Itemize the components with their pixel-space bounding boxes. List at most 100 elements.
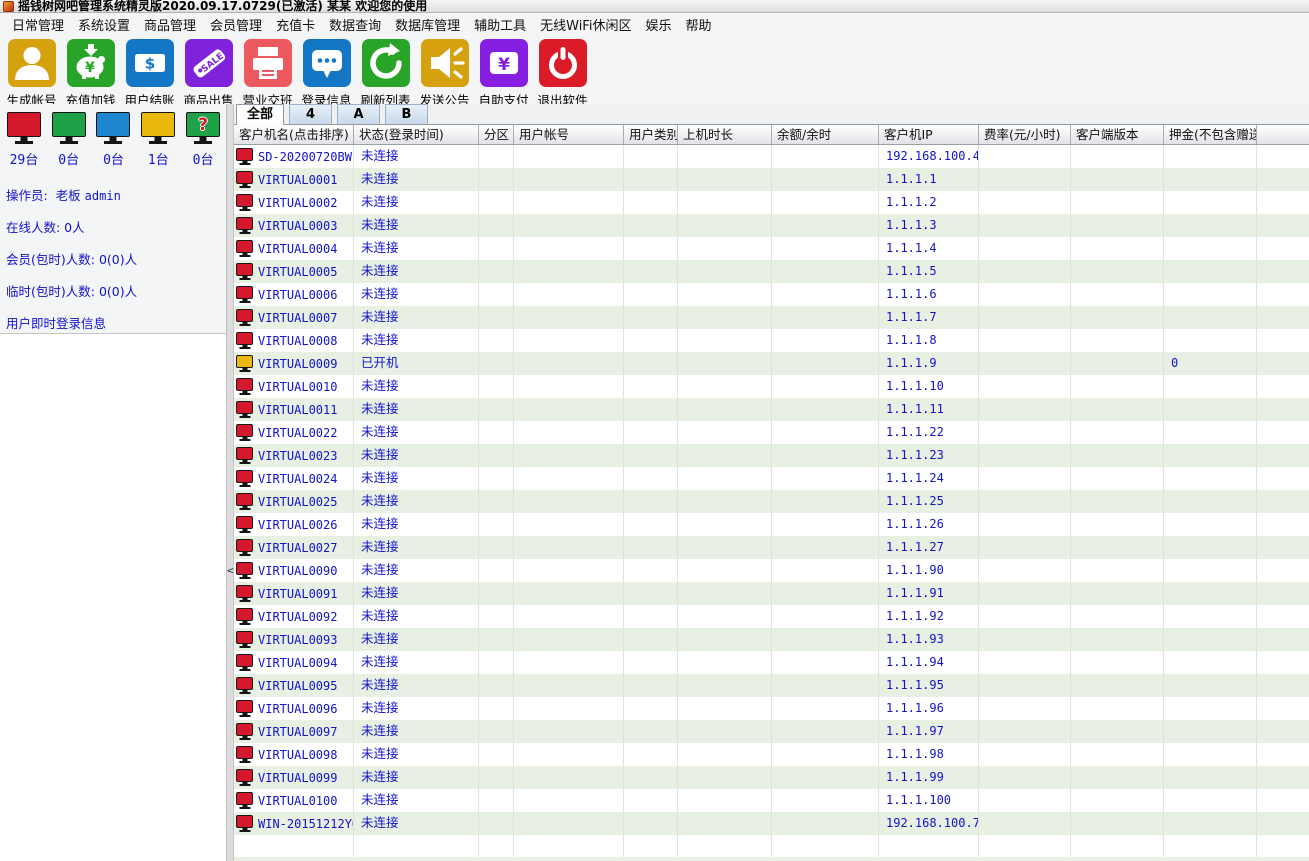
machine-status-icon xyxy=(236,470,253,483)
column-header[interactable]: 状态(登录时间) xyxy=(354,125,479,144)
table-row[interactable]: VIRTUAL0002 未连接 1.1.1.2 xyxy=(234,191,1309,214)
table-row[interactable]: VIRTUAL0022 未连接 1.1.1.22 xyxy=(234,421,1309,444)
cell-duration xyxy=(678,260,772,283)
table-row[interactable]: VIRTUAL0003 未连接 1.1.1.3 xyxy=(234,214,1309,237)
menu-item[interactable]: 会员管理 xyxy=(207,13,265,36)
cell-machine-name: VIRTUAL0026 xyxy=(234,513,354,536)
column-header[interactable]: 押金(不包含赠送 xyxy=(1164,125,1257,144)
shift-change-button[interactable]: 营业交班 xyxy=(238,39,297,104)
cell-user-type xyxy=(624,743,678,766)
refresh-list-button[interactable]: 刷新列表 xyxy=(356,39,415,104)
machine-status-icon xyxy=(236,194,253,207)
table-row[interactable]: VIRTUAL0026 未连接 1.1.1.26 xyxy=(234,513,1309,536)
cell-status: 未连接 xyxy=(354,306,479,329)
cell-account xyxy=(514,214,624,237)
table-row[interactable]: VIRTUAL0005 未连接 1.1.1.5 xyxy=(234,260,1309,283)
checkout-button[interactable]: $ 用户结账 xyxy=(120,39,179,104)
generate-account-button[interactable]: 生成帐号 xyxy=(2,39,61,104)
question-mark-icon: ? xyxy=(187,114,219,136)
cell-client-version xyxy=(1071,628,1164,651)
table-row[interactable]: VIRTUAL0094 未连接 1.1.1.94 xyxy=(234,651,1309,674)
sidebar-splitter[interactable]: < xyxy=(227,104,234,861)
table-row[interactable]: VIRTUAL0006 未连接 1.1.1.6 xyxy=(234,283,1309,306)
cell-client-version xyxy=(1071,651,1164,674)
cell-partition xyxy=(479,628,514,651)
table-row[interactable]: VIRTUAL0096 未连接 1.1.1.96 xyxy=(234,697,1309,720)
table-row[interactable]: VIRTUAL0011 未连接 1.1.1.11 xyxy=(234,398,1309,421)
table-row[interactable]: VIRTUAL0008 未连接 1.1.1.8 xyxy=(234,329,1309,352)
table-row[interactable]: VIRTUAL0090 未连接 1.1.1.90 xyxy=(234,559,1309,582)
column-header[interactable]: 余额/余时 xyxy=(772,125,879,144)
menu-item[interactable]: 数据查询 xyxy=(326,13,384,36)
collapse-arrow-icon[interactable]: < xyxy=(227,564,234,577)
table-row[interactable]: VIRTUAL0001 未连接 1.1.1.1 xyxy=(234,168,1309,191)
cell-duration xyxy=(678,467,772,490)
cell-partition xyxy=(479,283,514,306)
menu-item[interactable]: 辅助工具 xyxy=(471,13,529,36)
column-header[interactable]: 用户类别 xyxy=(624,125,678,144)
menu-item[interactable]: 系统设置 xyxy=(75,13,133,36)
login-info-button[interactable]: 登录信息 xyxy=(297,39,356,104)
table-row[interactable]: VIRTUAL0025 未连接 1.1.1.25 xyxy=(234,490,1309,513)
cell-status: 未连接 xyxy=(354,536,479,559)
table-row[interactable]: VIRTUAL0093 未连接 1.1.1.93 xyxy=(234,628,1309,651)
machine-status-icon xyxy=(236,562,253,575)
table-row[interactable]: VIRTUAL0009 已开机 1.1.1.9 0 xyxy=(234,352,1309,375)
tab-b[interactable]: B xyxy=(385,104,428,124)
column-header[interactable]: 客户机IP xyxy=(879,125,979,144)
sell-goods-button[interactable]: SALE 商品出售 xyxy=(179,39,238,104)
table-row[interactable]: VIRTUAL0004 未连接 1.1.1.4 xyxy=(234,237,1309,260)
table-row[interactable]: VIRTUAL0098 未连接 1.1.1.98 xyxy=(234,743,1309,766)
column-header[interactable]: 上机时长 xyxy=(678,125,772,144)
tab-all[interactable]: 全部 xyxy=(236,104,284,125)
table-row[interactable]: SD-20200720BWLC 未连接 192.168.100.42 xyxy=(234,145,1309,168)
menu-item[interactable]: 商品管理 xyxy=(141,13,199,36)
cell-partition xyxy=(479,237,514,260)
column-header[interactable]: 分区 xyxy=(479,125,514,144)
cell-status: 未连接 xyxy=(354,789,479,812)
table-row[interactable]: VIRTUAL0027 未连接 1.1.1.27 xyxy=(234,536,1309,559)
menu-item[interactable]: 娱乐 xyxy=(642,13,674,36)
cell-partition xyxy=(479,513,514,536)
cell-client-version xyxy=(1071,352,1164,375)
menu-item[interactable]: 无线WiFi休闲区 xyxy=(537,13,634,36)
cell-balance xyxy=(772,720,879,743)
table-row[interactable]: VIRTUAL0095 未连接 1.1.1.95 xyxy=(234,674,1309,697)
cell-partition xyxy=(479,674,514,697)
cell-user-type xyxy=(624,605,678,628)
table-row[interactable]: VIRTUAL0007 未连接 1.1.1.7 xyxy=(234,306,1309,329)
online-count: 在线人数: 0人 xyxy=(6,217,221,236)
menu-item[interactable]: 日常管理 xyxy=(9,13,67,36)
cell-user-type xyxy=(624,214,678,237)
machine-stats-panel: ? 29台 ? 0台 ? 0台 ? 1台 xyxy=(0,104,226,334)
column-header[interactable]: 客户端版本 xyxy=(1071,125,1164,144)
table-row[interactable]: VIRTUAL0091 未连接 1.1.1.91 xyxy=(234,582,1309,605)
table-row[interactable]: VIRTUAL0092 未连接 1.1.1.92 xyxy=(234,605,1309,628)
column-header[interactable]: 用户帐号 xyxy=(514,125,624,144)
table-row[interactable]: WIN-20151212YQD 未连接 192.168.100.77 xyxy=(234,812,1309,835)
table-row[interactable]: VIRTUAL0099 未连接 1.1.1.99 xyxy=(234,766,1309,789)
table-row[interactable]: VIRTUAL0010 未连接 1.1.1.10 xyxy=(234,375,1309,398)
table-row[interactable]: VIRTUAL0100 未连接 1.1.1.100 xyxy=(234,789,1309,812)
cell-deposit xyxy=(1164,513,1257,536)
menu-item[interactable]: 数据库管理 xyxy=(392,13,463,36)
exit-button[interactable]: 退出软件 xyxy=(533,39,592,104)
monitor-icon: ? xyxy=(141,112,175,137)
send-notice-button[interactable]: 发送公告 xyxy=(415,39,474,104)
column-header[interactable]: 费率(元/小时) xyxy=(979,125,1071,144)
cell-ip: 1.1.1.11 xyxy=(879,398,979,421)
cell-user-type xyxy=(624,467,678,490)
table-row[interactable]: VIRTUAL0024 未连接 1.1.1.24 xyxy=(234,467,1309,490)
tab-a[interactable]: A xyxy=(337,104,380,124)
cell-status: 未连接 xyxy=(354,674,479,697)
menu-item[interactable]: 充值卡 xyxy=(273,13,318,36)
column-header[interactable]: 客户机名(点击排序) xyxy=(234,125,354,144)
recharge-button[interactable]: ¥ 充值加钱 xyxy=(61,39,120,104)
cell-deposit xyxy=(1164,536,1257,559)
tab-4[interactable]: 4 xyxy=(289,104,332,124)
table-row[interactable]: VIRTUAL0097 未连接 1.1.1.97 xyxy=(234,720,1309,743)
menu-item[interactable]: 帮助 xyxy=(682,13,714,36)
table-row[interactable]: VIRTUAL0023 未连接 1.1.1.23 xyxy=(234,444,1309,467)
self-pay-button[interactable]: ¥ 自助支付 xyxy=(474,39,533,104)
machine-status-icon xyxy=(236,516,253,529)
